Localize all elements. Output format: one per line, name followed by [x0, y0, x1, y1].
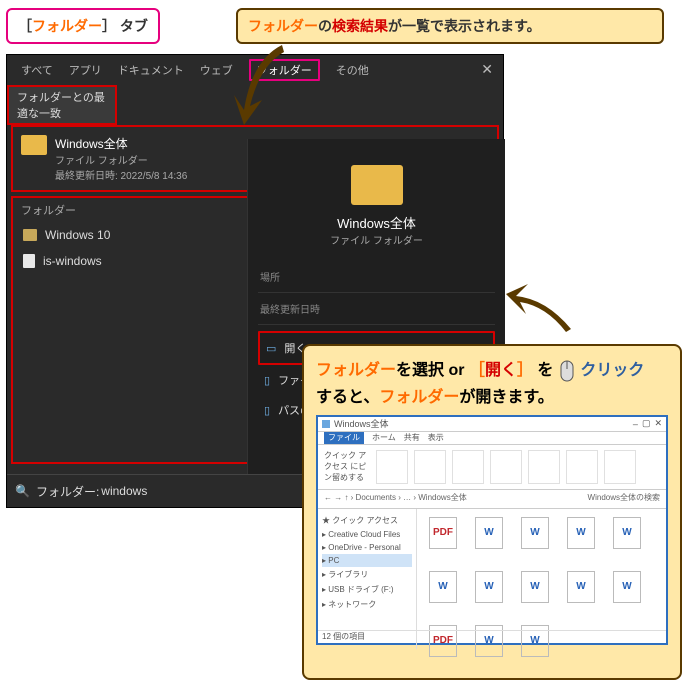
explorer-statusbar: 12 個の項目 [318, 630, 666, 643]
file-item[interactable]: PDF [425, 517, 461, 561]
tab-all[interactable]: すべて [21, 62, 53, 78]
tab-docs[interactable]: ドキュメント [118, 62, 184, 78]
explorer-window: Windows全体 – ▢ ✕ ファイル ホーム 共有 表示 クイック アクセス… [316, 415, 668, 645]
side-onedrive[interactable]: ▸ OneDrive - Personal [322, 541, 412, 554]
detail-label-place: 場所 [258, 261, 495, 293]
word-icon: W [567, 571, 595, 603]
side-pc[interactable]: ▸ PC [322, 554, 412, 567]
search-prefix: フォルダー: [36, 483, 99, 500]
explorer-sidebar: ★ クイック アクセス ▸ Creative Cloud Files ▸ One… [318, 509, 417, 649]
side-cc[interactable]: ▸ Creative Cloud Files [322, 528, 412, 541]
explorer-search-box[interactable]: Windows全体の検索 [588, 492, 660, 503]
folder-icon [23, 229, 37, 241]
word-icon: W [567, 517, 595, 549]
callout-top: フォルダーの検索結果が一覧で表示されます。 [236, 8, 664, 44]
folder-icon [21, 135, 47, 155]
folder-icon: ▯ [264, 374, 270, 387]
explorer-ribbon-tabs: ファイル ホーム 共有 表示 [318, 432, 666, 445]
side-usb[interactable]: ▸ USB ドライブ (F:) [322, 582, 412, 597]
close-icon[interactable]: ✕ [654, 418, 662, 429]
explorer-titlebar: Windows全体 – ▢ ✕ [318, 417, 666, 432]
file-item[interactable]: W [517, 571, 553, 615]
file-item[interactable]: W [609, 571, 645, 615]
ribbon-tab-share[interactable]: 共有 [404, 432, 420, 444]
side-net[interactable]: ▸ ネットワーク [322, 597, 412, 612]
tab-web[interactable]: ウェブ [200, 62, 233, 78]
callout-folder-tab: ［フォルダー］ タブ [6, 8, 160, 44]
detail-label-date: 最終更新日時 [258, 293, 495, 325]
search-icon: 🔍 [15, 484, 30, 498]
word-icon: W [429, 571, 457, 603]
file-item[interactable]: W [609, 517, 645, 561]
word-icon: W [521, 571, 549, 603]
ribbon-btn[interactable] [414, 450, 446, 484]
explorer-file-pane[interactable]: PDFWWWWWWWWWPDFWW [417, 509, 666, 649]
file-item[interactable]: W [563, 517, 599, 561]
ribbon-tab-view[interactable]: 表示 [428, 432, 444, 444]
ribbon-btn[interactable] [566, 450, 598, 484]
file-item[interactable]: W [425, 571, 461, 615]
explorer-path[interactable]: ← → ↑ › Documents › … › Windows全体 Window… [318, 490, 666, 509]
detail-subtitle: ファイル フォルダー [258, 232, 495, 247]
mouse-icon [558, 359, 576, 383]
ribbon-btn[interactable] [528, 450, 560, 484]
arrow-icon [232, 40, 292, 130]
open-icon: ▭ [266, 342, 276, 355]
file-item[interactable]: W [471, 571, 507, 615]
search-input[interactable] [99, 483, 263, 499]
ribbon-btn[interactable] [490, 450, 522, 484]
file-icon [23, 254, 35, 268]
detail-title: Windows全体 [258, 213, 495, 232]
file-item[interactable]: W [517, 517, 553, 561]
ribbon-btn[interactable] [376, 450, 408, 484]
folder-icon [322, 420, 330, 428]
ribbon-btn[interactable] [604, 450, 636, 484]
max-icon[interactable]: ▢ [642, 418, 651, 429]
side-lib[interactable]: ▸ ライブラリ [322, 567, 412, 582]
word-icon: W [613, 571, 641, 603]
explorer-ribbon: クイック アクセス にピン留めする [318, 445, 666, 490]
folder-icon [351, 165, 403, 205]
word-icon: W [475, 517, 503, 549]
word-icon: W [475, 571, 503, 603]
min-icon[interactable]: – [633, 419, 638, 429]
word-icon: W [521, 517, 549, 549]
explorer-title: Windows全体 [334, 417, 389, 430]
ribbon-btn[interactable] [452, 450, 484, 484]
ribbon-tab-file[interactable]: ファイル [324, 432, 364, 444]
word-icon: W [613, 517, 641, 549]
close-icon[interactable]: ✕ [481, 61, 493, 78]
arrow-icon [506, 274, 576, 334]
tab-more[interactable]: その他 [336, 62, 369, 78]
ribbon-btn-pin[interactable]: クイック アクセス にピン留めする [324, 450, 370, 483]
best-match-header: フォルダーとの最適な一致 [7, 85, 117, 125]
best-match-date: 最終更新日時: 2022/5/8 14:36 [55, 167, 187, 182]
side-quick[interactable]: ★ クイック アクセス [322, 513, 412, 528]
best-match-type: ファイル フォルダー [55, 152, 187, 167]
pdf-icon: PDF [429, 517, 457, 549]
copy-icon: ▯ [264, 404, 270, 417]
file-item[interactable]: W [563, 571, 599, 615]
file-item[interactable]: W [471, 517, 507, 561]
ribbon-tab-home[interactable]: ホーム [372, 432, 396, 444]
callout-lower: フォルダーを選択 or ［開く］ を クリック すると、フォルダーが開きます。 … [302, 344, 682, 680]
tab-apps[interactable]: アプリ [69, 62, 102, 78]
best-match-title: Windows全体 [55, 135, 187, 152]
